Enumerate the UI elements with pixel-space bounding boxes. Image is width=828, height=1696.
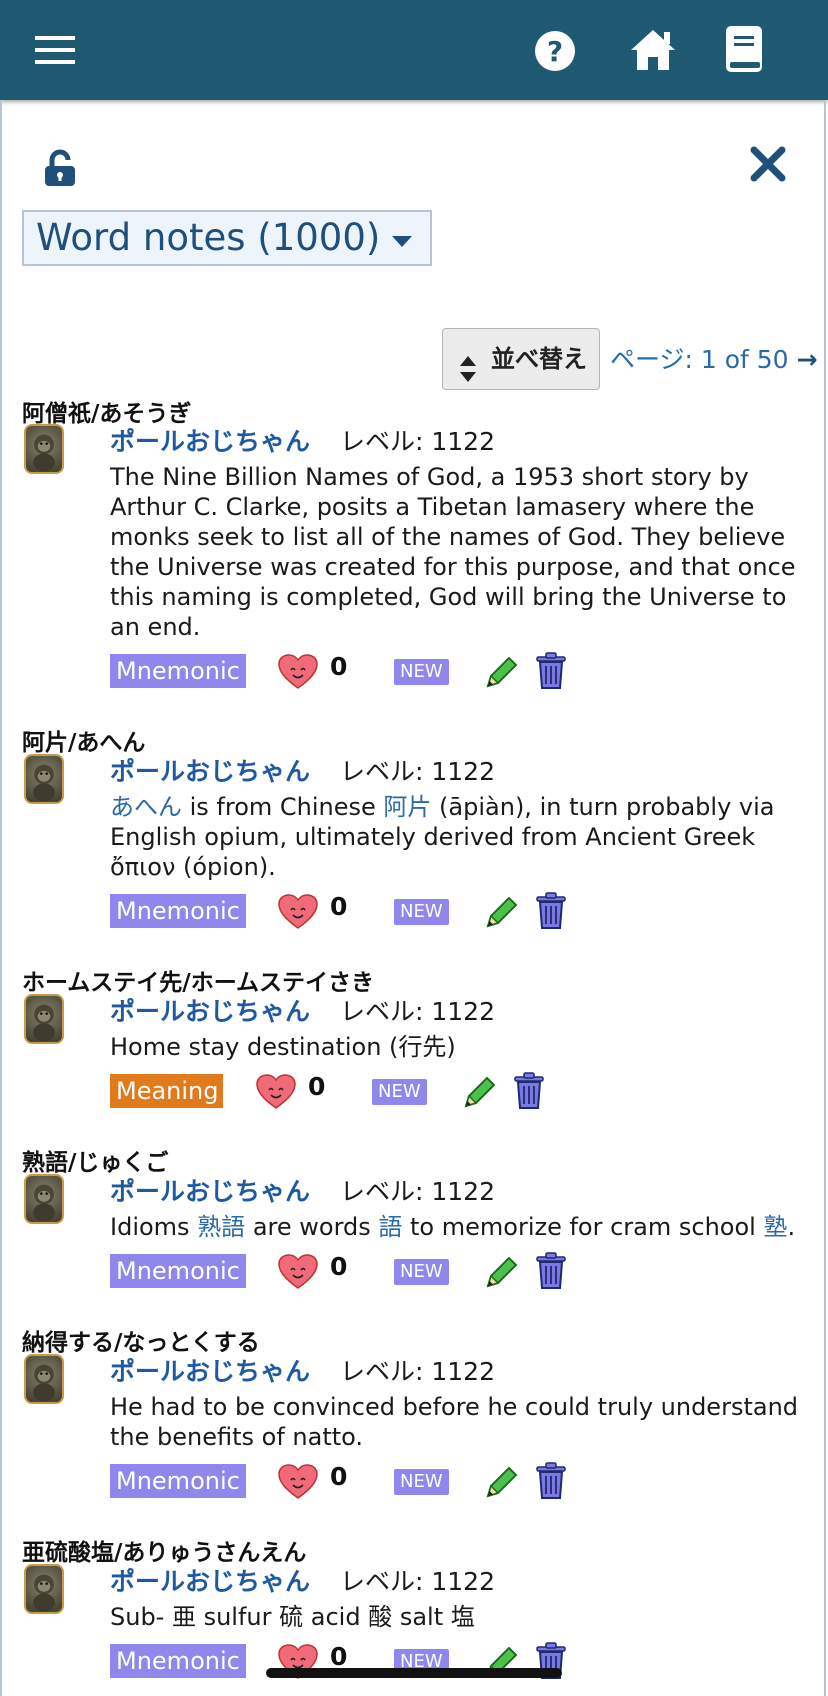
hamburger-menu-icon[interactable]: [33, 30, 77, 70]
note-text: are words: [245, 1213, 379, 1241]
heart-icon[interactable]: [278, 1254, 318, 1290]
page-count: 1 of 50: [700, 345, 789, 374]
note-author[interactable]: ポールおじちゃん: [110, 992, 310, 1028]
note-level: レベル: 1122: [340, 1567, 495, 1596]
note-level: レベル: 1122: [340, 1357, 495, 1386]
note-type-tag[interactable]: Mnemonic: [110, 654, 246, 688]
note-text: .: [787, 1213, 796, 1241]
note-type-tag[interactable]: Mnemonic: [110, 1254, 246, 1288]
word-link[interactable]: あへん: [110, 793, 182, 821]
like-count: 0: [330, 1252, 348, 1281]
note-type-select-value: Word notes (1000): [36, 216, 381, 259]
pagination: ページ: 1 of 50 →: [610, 340, 818, 376]
note-level: レベル: 1122: [340, 427, 495, 456]
note-level: レベル: 1122: [340, 997, 495, 1026]
word-link[interactable]: 塾: [763, 1213, 787, 1241]
heart-icon[interactable]: [278, 894, 318, 930]
trash-delete-icon[interactable]: [534, 892, 568, 930]
top-app-bar: ?: [0, 0, 828, 100]
note-type-tag[interactable]: Mnemonic: [110, 1464, 246, 1498]
note-body-rich: あへん is from Chinese 阿片 (āpiàn), in turn …: [110, 792, 816, 882]
note-text: to memorize for cram school: [402, 1213, 764, 1241]
like-count: 0: [330, 1642, 348, 1671]
book-icon[interactable]: [722, 24, 766, 74]
note-level: レベル: 1122: [340, 757, 495, 786]
question-circle-icon[interactable]: ?: [532, 28, 578, 74]
chevron-down-icon: [392, 236, 412, 247]
pencil-edit-icon[interactable]: [484, 1464, 520, 1500]
note-body: He had to be convinced before he could t…: [110, 1393, 799, 1451]
sort-icon: [459, 345, 477, 382]
note-text: Idioms: [110, 1213, 198, 1241]
author-avatar[interactable]: [24, 424, 64, 474]
pencil-edit-icon[interactable]: [484, 1254, 520, 1290]
new-badge: NEW: [394, 1469, 449, 1495]
note-body: Sub- 亜 sulfur 硫 acid 酸 salt 塩: [110, 1603, 475, 1631]
author-avatar[interactable]: [24, 1354, 64, 1404]
note-level: レベル: 1122: [340, 1177, 495, 1206]
new-badge: NEW: [372, 1079, 427, 1105]
word-link[interactable]: 熟語: [197, 1213, 245, 1241]
word-link[interactable]: 語: [378, 1213, 402, 1241]
note-author[interactable]: ポールおじちゃん: [110, 1352, 310, 1388]
trash-delete-icon[interactable]: [534, 1252, 568, 1290]
author-avatar[interactable]: [24, 994, 64, 1044]
note-author[interactable]: ポールおじちゃん: [110, 1562, 310, 1598]
sort-button-label: 並べ替え: [491, 345, 587, 373]
new-badge: NEW: [394, 659, 449, 685]
new-badge: NEW: [394, 1259, 449, 1285]
note-body-rich: Idioms 熟語 are words 語 to memorize for cr…: [110, 1212, 816, 1242]
like-count: 0: [330, 652, 348, 681]
note-type-tag[interactable]: Mnemonic: [110, 894, 246, 928]
note-body: The Nine Billion Names of God, a 1953 sh…: [110, 463, 796, 641]
note-type-tag[interactable]: Mnemonic: [110, 1644, 246, 1678]
like-count: 0: [330, 1462, 348, 1491]
page-label: ページ:: [610, 345, 701, 374]
note-type-tag[interactable]: Meaning: [110, 1074, 223, 1108]
note-author[interactable]: ポールおじちゃん: [110, 752, 310, 788]
heart-icon[interactable]: [278, 654, 318, 690]
author-avatar[interactable]: [24, 1174, 64, 1224]
pencil-edit-icon[interactable]: [484, 654, 520, 690]
next-page-arrow-icon[interactable]: →: [797, 345, 818, 374]
trash-delete-icon[interactable]: [534, 652, 568, 690]
note-author[interactable]: ポールおじちゃん: [110, 1172, 310, 1208]
lock-open-icon[interactable]: [42, 148, 78, 188]
close-x-icon[interactable]: [748, 144, 788, 184]
note-body: Home stay destination (行先): [110, 1033, 456, 1061]
heart-icon[interactable]: [256, 1074, 296, 1110]
like-count: 0: [330, 892, 348, 921]
note-text: is from Chinese: [182, 793, 384, 821]
home-icon[interactable]: [628, 26, 678, 74]
author-avatar[interactable]: [24, 754, 64, 804]
trash-delete-icon[interactable]: [534, 1462, 568, 1500]
trash-delete-icon[interactable]: [512, 1072, 546, 1110]
word-link[interactable]: 阿片: [383, 793, 431, 821]
sort-button[interactable]: 並べ替え: [442, 328, 600, 390]
heart-icon[interactable]: [278, 1464, 318, 1500]
like-count: 0: [308, 1072, 326, 1101]
new-badge: NEW: [394, 899, 449, 925]
note-type-select[interactable]: Word notes (1000): [22, 210, 432, 266]
author-avatar[interactable]: [24, 1564, 64, 1614]
pencil-edit-icon[interactable]: [462, 1074, 498, 1110]
svg-text:?: ?: [547, 35, 563, 68]
pencil-edit-icon[interactable]: [484, 894, 520, 930]
home-indicator: [266, 1668, 562, 1678]
note-author[interactable]: ポールおじちゃん: [110, 422, 310, 458]
